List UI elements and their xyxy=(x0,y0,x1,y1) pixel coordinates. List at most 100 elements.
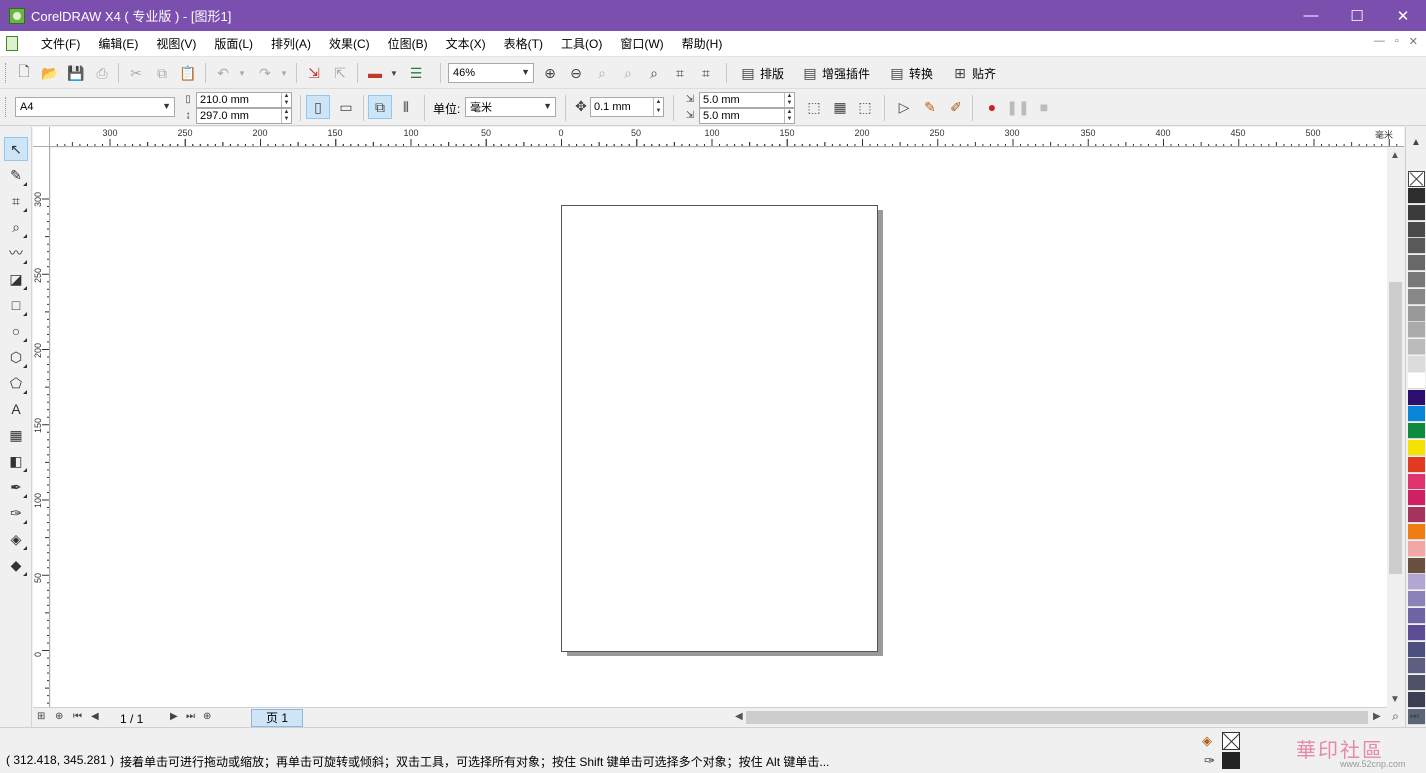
crop-tool-icon[interactable]: ⌗ xyxy=(4,189,28,213)
color-swatch[interactable] xyxy=(1408,440,1425,456)
treat-as-filled-icon[interactable]: ⬚ xyxy=(804,97,824,117)
color-swatch[interactable] xyxy=(1408,305,1425,322)
import-icon[interactable]: ⇲ xyxy=(304,63,324,83)
palette-scroll-down-icon[interactable]: ▼ xyxy=(1410,697,1420,708)
print-icon[interactable]: ⎙ xyxy=(92,63,112,83)
zoom-level-select[interactable]: 46% ▼ xyxy=(448,63,534,83)
welcome-screen-icon[interactable]: ☰ xyxy=(406,63,426,83)
color-swatch[interactable] xyxy=(1408,591,1425,608)
layout-plugin-button[interactable]: 排版 xyxy=(760,65,784,82)
color-swatch[interactable] xyxy=(1408,339,1425,356)
page-height-input[interactable]: 297.0 mm ▲ ▼ xyxy=(196,108,292,124)
outline-color-indicator[interactable] xyxy=(1222,752,1240,769)
record-macro-icon[interactable]: ● xyxy=(982,97,1002,117)
toolbar-grip[interactable] xyxy=(5,63,8,83)
scroll-right-icon[interactable]: ▶ xyxy=(1373,711,1381,722)
color-swatch[interactable] xyxy=(1408,238,1425,255)
menu-tools[interactable]: 工具(O) xyxy=(552,33,611,55)
zoom-width-icon[interactable]: ⌗ xyxy=(670,63,690,83)
color-swatch[interactable] xyxy=(1408,675,1425,692)
copy-icon[interactable]: ⧉ xyxy=(152,63,172,83)
spin-arrows-icon[interactable]: ▲ ▼ xyxy=(784,109,794,123)
color-swatch[interactable] xyxy=(1408,557,1425,574)
menu-bitmaps[interactable]: 位图(B) xyxy=(379,33,437,55)
color-swatch[interactable] xyxy=(1408,204,1425,221)
menu-edit[interactable]: 编辑(E) xyxy=(89,33,147,55)
spin-arrows-icon[interactable]: ▲ ▼ xyxy=(281,109,291,123)
eyedropper-tool-icon[interactable]: ✒ xyxy=(4,475,28,499)
nudge-distance-input[interactable]: 0.1 mm ▲ ▼ xyxy=(590,97,664,117)
color-swatch[interactable] xyxy=(1408,188,1425,204)
maximize-button[interactable]: ☐ xyxy=(1334,0,1380,31)
redo-icon[interactable]: ↷ xyxy=(255,63,275,83)
color-swatch[interactable] xyxy=(1408,540,1425,557)
color-swatch[interactable] xyxy=(1408,389,1425,406)
horizontal-ruler[interactable]: 300 250 200 150 100 50 0 50 100 150 200 … xyxy=(50,127,1404,147)
rectangle-tool-icon[interactable]: □ xyxy=(4,293,28,317)
convert-button[interactable]: 转换 xyxy=(909,65,933,82)
color-swatch[interactable] xyxy=(1408,406,1425,423)
current-page-icon[interactable]: ⫴ xyxy=(394,95,418,119)
stop-macro-icon[interactable]: ■ xyxy=(1034,97,1054,117)
duplicate-x-input[interactable]: 5.0 mm ▲ ▼ xyxy=(699,92,795,108)
menu-layout[interactable]: 版面(L) xyxy=(205,33,262,55)
spin-arrows-icon[interactable]: ▲ ▼ xyxy=(281,93,291,107)
document-icon[interactable] xyxy=(6,36,18,51)
menu-window[interactable]: 窗口(W) xyxy=(611,33,672,55)
zoom-out-icon[interactable]: ⊖ xyxy=(566,63,586,83)
zoom-selected-icon[interactable]: ⌕ xyxy=(592,63,612,83)
color-swatch[interactable] xyxy=(1408,255,1425,272)
palette-scroll-up-icon[interactable]: ▲ xyxy=(1411,137,1421,148)
scroll-up-icon[interactable]: ▲ xyxy=(1390,150,1400,161)
color-swatch[interactable] xyxy=(1408,322,1425,339)
freehand-tool-icon[interactable]: 〰 xyxy=(4,241,28,265)
paper-size-select[interactable]: A4 ▼ xyxy=(15,97,175,117)
page-width-input[interactable]: 210.0 mm ▲ ▼ xyxy=(196,92,292,108)
spin-arrows-icon[interactable]: ▲ ▼ xyxy=(784,93,794,107)
add-page-before-icon[interactable]: ⊕ xyxy=(55,711,63,722)
open-icon[interactable]: 📂 xyxy=(40,63,60,83)
script-manager-icon[interactable]: ✎ xyxy=(920,97,940,117)
color-swatch[interactable] xyxy=(1408,641,1425,658)
new-document-icon[interactable]: 🗋 xyxy=(14,63,34,83)
toolbar-grip[interactable] xyxy=(5,97,8,117)
launcher-dropdown-icon[interactable]: ▼ xyxy=(388,63,400,83)
color-swatch[interactable] xyxy=(1408,356,1425,372)
vertical-ruler[interactable]: 300 250 200 150 100 50 0 xyxy=(33,147,50,707)
portrait-icon[interactable]: ▯ xyxy=(306,95,330,119)
smart-fill-tool-icon[interactable]: ◪ xyxy=(4,267,28,291)
duplicate-y-input[interactable]: 5.0 mm ▲ ▼ xyxy=(699,108,795,124)
document-page[interactable] xyxy=(561,205,878,652)
cut-icon[interactable]: ✂ xyxy=(126,63,146,83)
menu-help[interactable]: 帮助(H) xyxy=(673,33,732,55)
paste-icon[interactable]: 📋 xyxy=(178,63,198,83)
palette-expand-icon[interactable]: ⏭ xyxy=(1410,711,1419,722)
zoom-in-icon[interactable]: ⊕ xyxy=(540,63,560,83)
redo-dropdown-icon[interactable]: ▼ xyxy=(278,63,290,83)
horizontal-scrollbar[interactable]: ◀ ▶ xyxy=(733,707,1387,727)
color-swatch[interactable] xyxy=(1408,624,1425,641)
color-swatch[interactable] xyxy=(1408,507,1425,524)
fill-color-indicator[interactable] xyxy=(1222,732,1240,750)
zoom-tool-icon[interactable]: ⌕ xyxy=(4,215,28,239)
ruler-origin[interactable] xyxy=(33,127,50,147)
outline-pen-tool-icon[interactable]: ✑ xyxy=(4,501,28,525)
macro-editor-icon[interactable]: ✐ xyxy=(946,97,966,117)
menu-arrange[interactable]: 排列(A) xyxy=(262,33,320,55)
previous-page-icon[interactable]: ◀ xyxy=(91,711,99,722)
landscape-icon[interactable]: ▭ xyxy=(334,95,358,119)
basic-shapes-tool-icon[interactable]: ⬠ xyxy=(4,371,28,395)
scroll-left-icon[interactable]: ◀ xyxy=(735,711,743,722)
last-page-icon[interactable]: ⏭ xyxy=(186,711,195,722)
menu-text[interactable]: 文本(X) xyxy=(437,33,495,55)
snap-button[interactable]: 贴齐 xyxy=(972,65,996,82)
first-page-icon[interactable]: ⏮ xyxy=(73,711,82,722)
menu-table[interactable]: 表格(T) xyxy=(495,33,552,55)
add-page-after-icon[interactable]: ⊕ xyxy=(203,711,211,722)
close-button[interactable]: ✕ xyxy=(1380,0,1426,31)
ellipse-tool-icon[interactable]: ○ xyxy=(4,319,28,343)
mdi-restore-button[interactable]: ▫ xyxy=(1395,35,1399,48)
spin-arrows-icon[interactable]: ▲ ▼ xyxy=(653,98,663,116)
save-icon[interactable]: 💾 xyxy=(66,63,86,83)
scroll-down-icon[interactable]: ▼ xyxy=(1390,694,1400,705)
